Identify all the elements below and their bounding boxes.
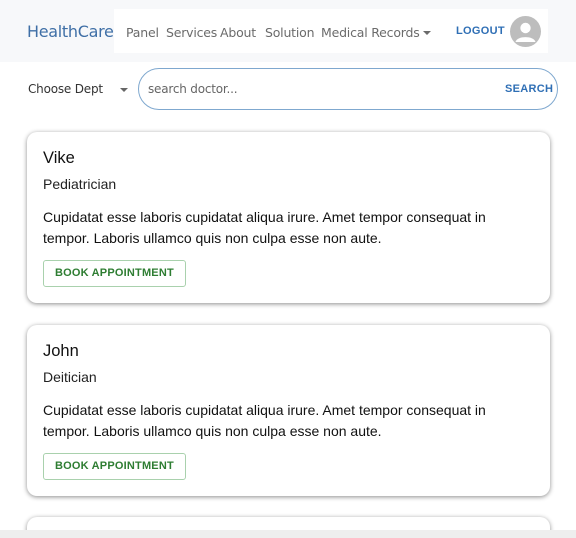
doctor-name: John	[43, 342, 79, 360]
book-appointment-button[interactable]: BOOK APPOINTMENT	[43, 260, 186, 287]
chevron-down-icon	[120, 88, 128, 92]
brand-logo[interactable]: HealthCare	[27, 22, 114, 41]
doctor-specialty: Deitician	[43, 369, 97, 385]
nav-menu: Panel Services About Solution Medical Re…	[114, 9, 548, 53]
search-input[interactable]	[148, 79, 488, 99]
dept-select[interactable]: Choose Dept	[28, 82, 130, 100]
horizontal-scrollbar[interactable]	[0, 530, 576, 538]
nav-link-solution[interactable]: Solution	[265, 25, 315, 40]
doctor-description: Cupidatat esse laboris cupidatat aliqua …	[43, 402, 486, 439]
search-box: SEARCH	[138, 68, 558, 110]
doctor-name: Vike	[43, 149, 75, 167]
logout-button[interactable]: LOGOUT	[456, 25, 505, 37]
navbar: HealthCare Panel Services About Solution…	[0, 0, 576, 62]
nav-link-panel[interactable]: Panel	[126, 25, 159, 40]
book-appointment-button[interactable]: BOOK APPOINTMENT	[43, 453, 186, 480]
nav-link-medical-records-label: Medical Records	[321, 25, 420, 40]
nav-dropdown-medical-records[interactable]: Medical Records	[321, 25, 431, 40]
doctor-card: John Deitician Cupidatat esse laboris cu…	[27, 325, 550, 496]
doctor-description: Cupidatat esse laboris cupidatat aliqua …	[43, 209, 486, 246]
search-button[interactable]: SEARCH	[505, 83, 553, 95]
nav-link-about[interactable]: About	[220, 25, 256, 40]
nav-link-services[interactable]: Services	[166, 25, 217, 40]
doctor-specialty: Pediatrician	[43, 176, 117, 192]
dept-select-label: Choose Dept	[28, 82, 103, 96]
account-circle-icon[interactable]	[510, 16, 541, 47]
caret-down-icon	[422, 31, 431, 35]
doctor-card: Vike Pediatrician Cupidatat esse laboris…	[27, 132, 550, 303]
